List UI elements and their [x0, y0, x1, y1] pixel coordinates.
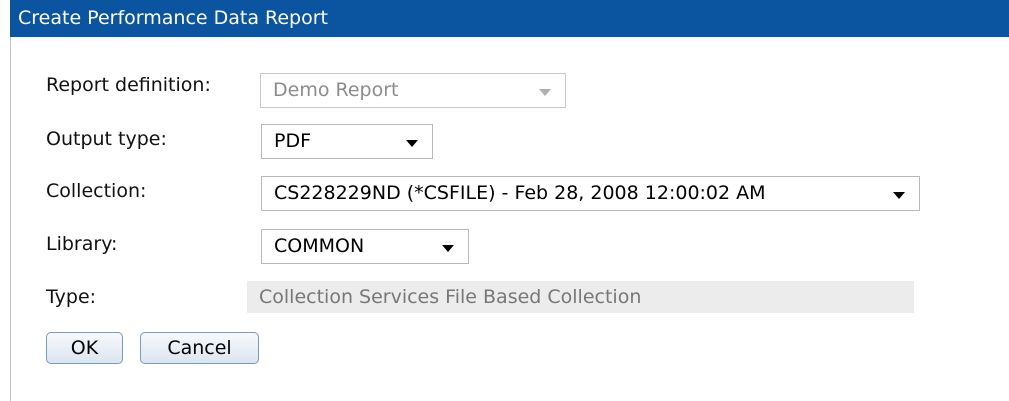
ok-button[interactable]: OK: [46, 332, 123, 364]
chevron-down-icon: [893, 192, 905, 199]
type-label: Type:: [46, 286, 97, 308]
chevron-down-icon: [406, 140, 418, 147]
type-value: Collection Services File Based Collectio…: [247, 281, 914, 313]
cancel-button[interactable]: Cancel: [140, 332, 259, 364]
collection-label: Collection:: [46, 180, 147, 202]
chevron-down-icon: [442, 245, 454, 252]
dialog-title: Create Performance Data Report: [10, 0, 1009, 37]
library-label: Library:: [46, 233, 118, 255]
collection-select[interactable]: CS228229ND (*CSFILE) - Feb 28, 2008 12:0…: [261, 176, 920, 211]
output-type-label: Output type:: [46, 128, 167, 150]
report-definition-label: Report definition:: [46, 74, 211, 96]
output-type-select[interactable]: PDF: [261, 124, 433, 159]
dialog-left-border: [10, 37, 11, 401]
chevron-down-icon: [539, 89, 551, 96]
library-value: COMMON: [274, 235, 365, 257]
report-definition-select: Demo Report: [260, 73, 566, 108]
create-report-dialog: Create Performance Data Report Report de…: [0, 0, 1009, 401]
report-definition-value: Demo Report: [273, 79, 399, 101]
library-select[interactable]: COMMON: [261, 229, 469, 264]
collection-value: CS228229ND (*CSFILE) - Feb 28, 2008 12:0…: [274, 182, 766, 204]
output-type-value: PDF: [274, 130, 312, 152]
